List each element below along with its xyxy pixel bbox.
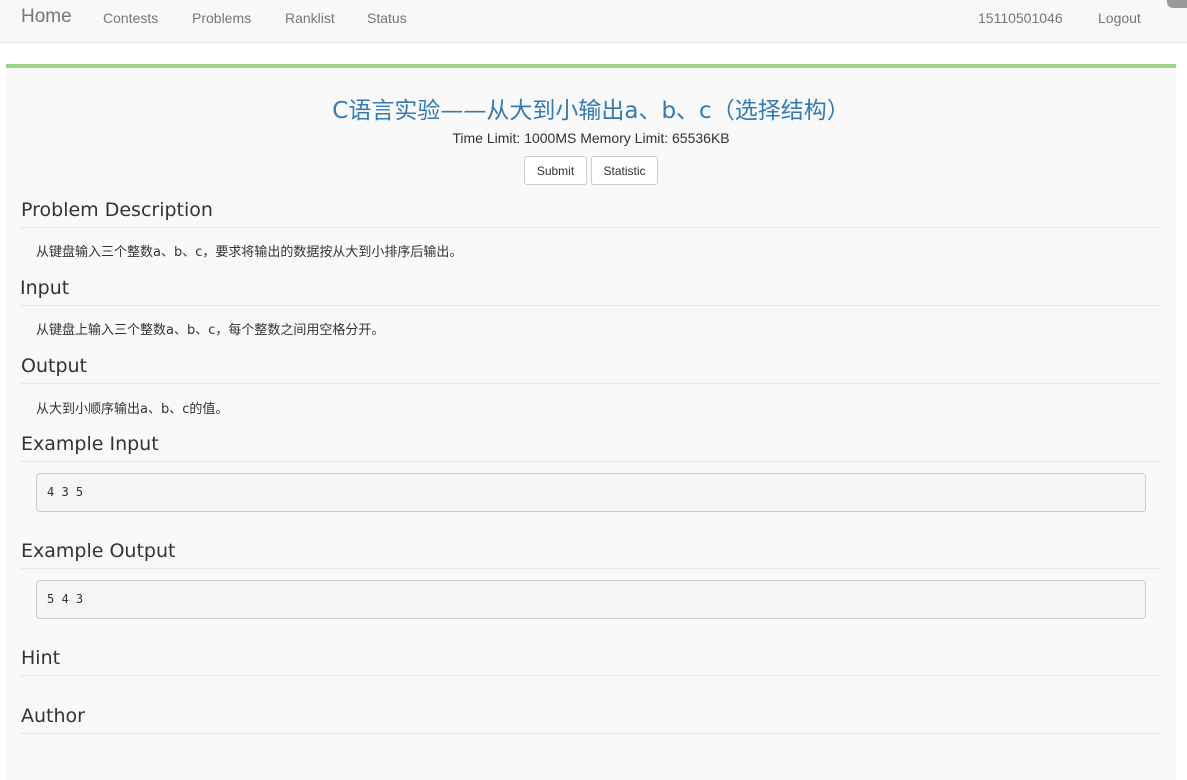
problem-title: C语言实验——从大到小输出a、b、c（选择结构）: [332, 98, 850, 124]
nav-status-link[interactable]: Status: [367, 10, 407, 26]
example-output-heading: Example Output: [21, 540, 1161, 569]
nav-logout-link[interactable]: Logout: [1098, 10, 1141, 26]
nav-home-link[interactable]: Home: [21, 6, 72, 28]
statistic-button[interactable]: Statistic: [591, 156, 658, 185]
example-input-code: 4 3 5: [36, 473, 1146, 512]
problem-limits: Time Limit: 1000MS Memory Limit: 65536KB: [452, 130, 730, 146]
hint-heading: Hint: [21, 647, 1161, 676]
input-text: 从键盘上输入三个整数a、b、c，每个整数之间用空格分开。: [36, 323, 385, 338]
example-output-code: 5 4 3: [36, 580, 1146, 619]
nav-ranklist-link[interactable]: Ranklist: [285, 10, 335, 26]
description-text: 从键盘输入三个整数a、b、c，要求将输出的数据按从大到小排序后输出。: [36, 245, 463, 260]
output-heading: Output: [21, 355, 1161, 384]
nav-problems-link[interactable]: Problems: [192, 10, 251, 26]
submit-button[interactable]: Submit: [524, 156, 587, 185]
corner-tab[interactable]: [1167, 0, 1187, 8]
top-navbar: Home Contests Problems Ranklist Status 1…: [0, 0, 1187, 43]
problem-panel: C语言实验——从大到小输出a、b、c（选择结构） Time Limit: 100…: [6, 64, 1176, 780]
author-heading: Author: [21, 705, 1161, 734]
example-input-heading: Example Input: [21, 433, 1161, 462]
input-heading: Input: [20, 277, 1160, 306]
output-text: 从大到小顺序输出a、b、c的值。: [36, 402, 229, 417]
description-heading: Problem Description: [21, 199, 1161, 228]
nav-contests-link[interactable]: Contests: [103, 10, 158, 26]
nav-user-link[interactable]: 15110501046: [978, 10, 1063, 26]
